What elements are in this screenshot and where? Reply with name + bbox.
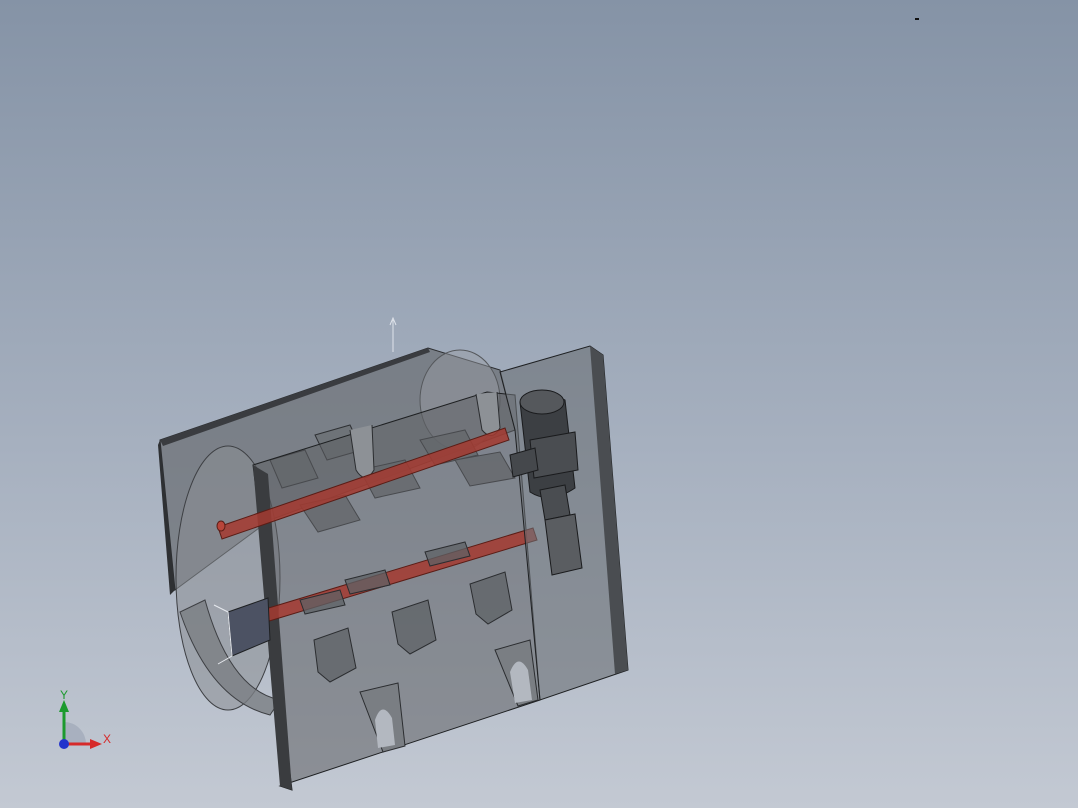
y-axis-label: Y: [60, 688, 69, 702]
mixer-machine-assembly-icon[interactable]: [0, 0, 1078, 808]
reference-arrow-icon: [389, 316, 397, 352]
x-axis-label: X: [103, 732, 112, 746]
cad-graphics-viewport[interactable]: Y X: [0, 0, 1078, 808]
